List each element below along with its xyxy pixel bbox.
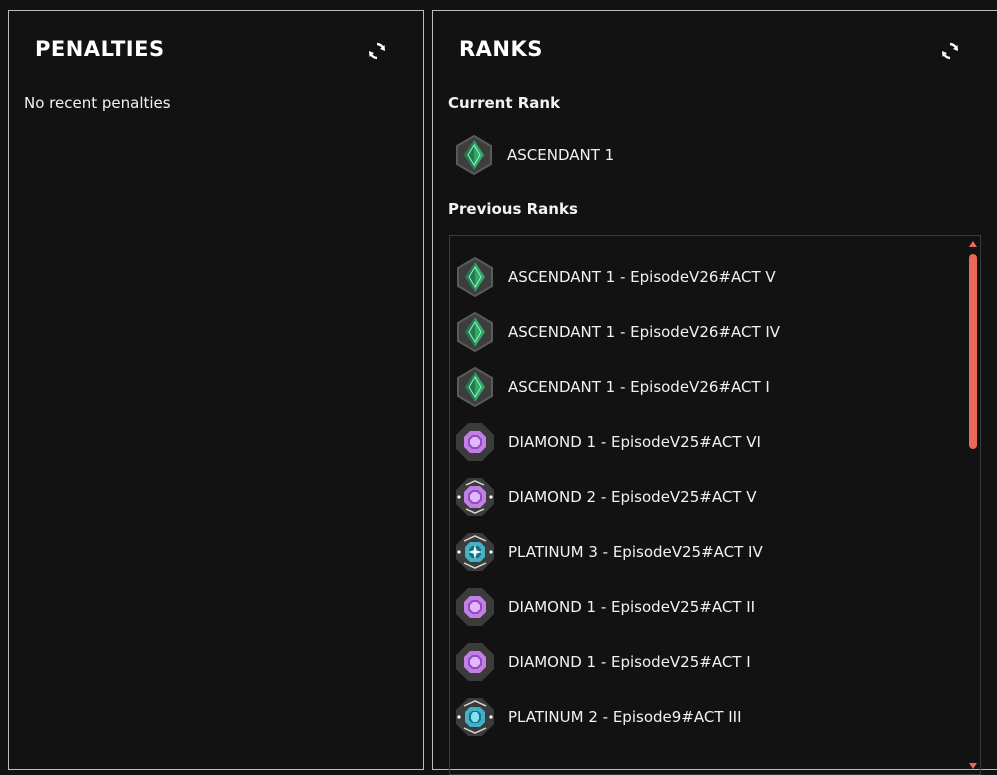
- list-item: DIAMOND 1 - EpisodeV25#ACT VI: [454, 419, 761, 465]
- rank-entry-name: ASCENDANT 1 - EpisodeV26#ACT I: [508, 378, 770, 396]
- ascendant-rank-icon: [454, 311, 496, 353]
- rank-entry-name: PLATINUM 2 - Episode9#ACT III: [508, 708, 742, 726]
- rank-entry-name: ASCENDANT 1 - EpisodeV26#ACT V: [508, 268, 776, 286]
- rank-entry-name: DIAMOND 1 - EpisodeV25#ACT II: [508, 598, 756, 616]
- diamond-rank-icon: [454, 641, 496, 683]
- refresh-icon: [369, 42, 385, 60]
- rank-entry-name: DIAMOND 2 - EpisodeV25#ACT V: [508, 488, 757, 506]
- list-item: DIAMOND 2 - EpisodeV25#ACT V: [454, 474, 757, 520]
- current-rank: ASCENDANT 1: [453, 134, 614, 176]
- platinum-rank-icon: [454, 531, 496, 573]
- previous-ranks-list[interactable]: ASCENDANT 1 - EpisodeV26#ACT V ASCENDANT…: [449, 235, 981, 775]
- refresh-icon: [942, 42, 958, 60]
- diamond-rank-icon: [454, 421, 496, 463]
- no-penalties-text: No recent penalties: [24, 94, 171, 112]
- diamond-rank-icon: [454, 586, 496, 628]
- penalties-title: PENALTIES: [35, 37, 165, 61]
- rank-entry-name: PLATINUM 3 - EpisodeV25#ACT IV: [508, 543, 763, 561]
- penalties-refresh-button[interactable]: [367, 41, 387, 61]
- rank-entry-name: ASCENDANT 1 - EpisodeV26#ACT IV: [508, 323, 781, 341]
- ranks-refresh-button[interactable]: [940, 41, 960, 61]
- diamond-rank-icon: [454, 476, 496, 518]
- previous-ranks-label: Previous Ranks: [448, 200, 578, 218]
- ascendant-rank-icon: [454, 256, 496, 298]
- ascendant-rank-icon: [454, 366, 496, 408]
- ranks-title: RANKS: [459, 37, 543, 61]
- list-item: DIAMOND 1 - EpisodeV25#ACT II: [454, 584, 755, 630]
- list-item: PLATINUM 3 - EpisodeV25#ACT IV: [454, 529, 763, 575]
- list-item: PLATINUM 2 - Episode9#ACT III: [454, 694, 742, 740]
- list-item: ASCENDANT 1 - EpisodeV26#ACT I: [454, 364, 770, 410]
- list-item: ASCENDANT 1 - EpisodeV26#ACT V: [454, 254, 776, 300]
- list-item: DIAMOND 1 - EpisodeV25#ACT I: [454, 639, 751, 685]
- ranks-panel: RANKS Current Rank ASCENDANT 1 Previous …: [432, 10, 997, 775]
- penalties-panel: PENALTIES No recent penalties: [8, 10, 424, 770]
- ascendant-rank-icon: [453, 134, 495, 176]
- list-item: ASCENDANT 1 - EpisodeV26#ACT IV: [454, 309, 780, 355]
- scrollbar-thumb[interactable]: [969, 254, 977, 449]
- current-rank-label: Current Rank: [448, 94, 561, 112]
- ranks-scrollbar[interactable]: [966, 236, 980, 774]
- rank-entry-name: DIAMOND 1 - EpisodeV25#ACT I: [508, 653, 751, 671]
- current-rank-name: ASCENDANT 1: [507, 146, 615, 164]
- scroll-down-arrow-icon[interactable]: [969, 763, 977, 769]
- platinum-rank-icon: [454, 696, 496, 738]
- rank-entry-name: DIAMOND 1 - EpisodeV25#ACT VI: [508, 433, 761, 451]
- scroll-up-arrow-icon[interactable]: [969, 241, 977, 247]
